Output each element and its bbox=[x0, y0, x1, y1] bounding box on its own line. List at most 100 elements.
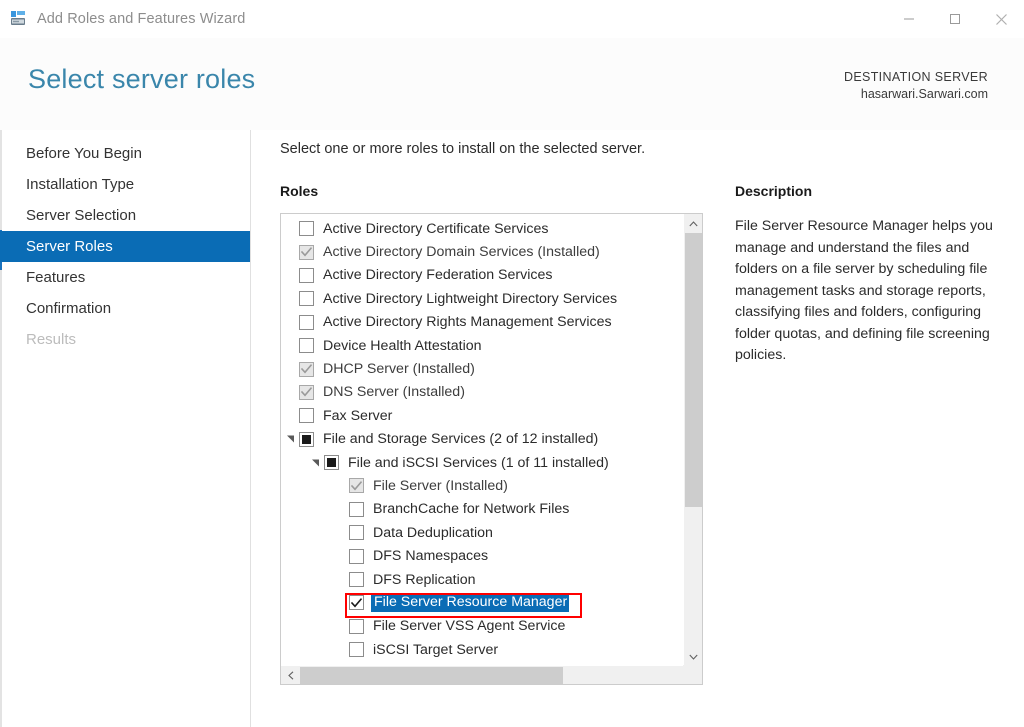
role-checkbox[interactable] bbox=[324, 455, 339, 471]
description-title: Description bbox=[735, 183, 813, 199]
minimize-icon[interactable] bbox=[886, 0, 932, 38]
role-label: DNS Server (Installed) bbox=[323, 384, 465, 401]
role-label: Fax Server bbox=[323, 407, 393, 424]
role-label: Active Directory Rights Management Servi… bbox=[323, 314, 612, 331]
sidebar-item-label: Server Selection bbox=[26, 207, 137, 224]
destination-server-label: DESTINATION SERVER bbox=[843, 70, 988, 84]
role-checkbox[interactable] bbox=[349, 618, 364, 634]
role-label: DFS Replication bbox=[373, 571, 476, 588]
role-list-item[interactable]: File Server VSS Agent Service bbox=[281, 615, 683, 638]
role-label: Active Directory Lightweight Directory S… bbox=[323, 290, 618, 307]
roles-list: Active Directory Certificate Services Act… bbox=[281, 217, 683, 666]
scrollbar-corner bbox=[683, 665, 702, 684]
sidebar-item-installation-type[interactable]: Installation Type bbox=[0, 169, 250, 200]
role-label: BranchCache for Network Files bbox=[373, 501, 570, 518]
sidebar-item-server-roles[interactable]: Server Roles bbox=[0, 231, 250, 262]
page-header: Select server roles DESTINATION SERVER h… bbox=[0, 38, 1024, 130]
role-list-item[interactable]: Device Health Attestation bbox=[281, 334, 683, 357]
role-label: DHCP Server (Installed) bbox=[323, 361, 475, 378]
server-roles-icon bbox=[9, 9, 29, 29]
role-label: Data Deduplication bbox=[373, 524, 493, 541]
role-label: Active Directory Federation Services bbox=[323, 267, 553, 284]
close-icon[interactable] bbox=[978, 0, 1024, 38]
chevron-left-icon[interactable] bbox=[281, 666, 300, 684]
window-controls bbox=[886, 0, 1024, 38]
role-label: Active Directory Certificate Services bbox=[323, 220, 549, 237]
sidebar-item-label: Installation Type bbox=[26, 176, 135, 193]
role-list-item[interactable]: File and Storage Services (2 of 12 insta… bbox=[281, 428, 683, 451]
chevron-up-icon[interactable] bbox=[684, 214, 702, 233]
role-checkbox[interactable] bbox=[299, 267, 314, 283]
sidebar-item-confirmation[interactable]: Confirmation bbox=[0, 293, 250, 324]
sidebar-item-server-selection[interactable]: Server Selection bbox=[0, 200, 250, 231]
role-checkbox[interactable] bbox=[349, 548, 364, 564]
role-list-item[interactable]: Active Directory Rights Management Servi… bbox=[281, 311, 683, 334]
role-list-item[interactable]: Active Directory Domain Services (Instal… bbox=[281, 240, 683, 263]
roles-label: Roles bbox=[280, 183, 319, 199]
role-checkbox bbox=[349, 478, 364, 494]
role-list-item[interactable]: Fax Server bbox=[281, 404, 683, 427]
roles-listbox[interactable]: Active Directory Certificate Services Act… bbox=[280, 213, 703, 685]
role-label: File Server (Installed) bbox=[373, 477, 508, 494]
wizard-content: Select one or more roles to install on t… bbox=[251, 130, 1024, 727]
role-checkbox[interactable] bbox=[349, 595, 364, 611]
expand-collapse-triangle-icon[interactable] bbox=[310, 451, 322, 474]
title-bar: Add Roles and Features Wizard bbox=[0, 0, 1024, 38]
role-label: File Server Resource Manager bbox=[371, 593, 570, 613]
destination-server-block: DESTINATION SERVER hasarwari.Sarwari.com bbox=[844, 70, 988, 101]
role-list-item[interactable]: iSCSI Target Server bbox=[281, 638, 683, 661]
roles-list-viewport: Active Directory Certificate Services Act… bbox=[281, 214, 683, 666]
page-title: Select server roles bbox=[28, 64, 256, 94]
roles-vertical-scrollbar[interactable] bbox=[683, 214, 702, 666]
role-checkbox[interactable] bbox=[349, 572, 364, 588]
sidebar-item-before-you-begin[interactable]: Before You Begin bbox=[0, 138, 250, 169]
role-list-item[interactable]: Active Directory Lightweight Directory S… bbox=[281, 287, 683, 310]
role-checkbox bbox=[299, 361, 314, 377]
sidebar-item-results: Results bbox=[0, 324, 250, 355]
role-list-item[interactable]: DFS Replication bbox=[281, 568, 683, 591]
window-title: Add Roles and Features Wizard bbox=[37, 11, 246, 27]
sidebar-item-label: Before You Begin bbox=[26, 145, 142, 162]
sidebar-item-label: Server Roles bbox=[26, 238, 113, 255]
role-checkbox[interactable] bbox=[299, 314, 314, 330]
horizontal-scroll-thumb[interactable] bbox=[300, 667, 563, 684]
sidebar-item-label: Results bbox=[26, 331, 77, 348]
role-list-item[interactable]: File and iSCSI Services (1 of 11 install… bbox=[281, 451, 683, 474]
chevron-down-icon[interactable] bbox=[684, 647, 702, 666]
role-checkbox[interactable] bbox=[349, 642, 364, 658]
role-label: iSCSI Target Server bbox=[373, 641, 499, 658]
role-list-item[interactable]: Active Directory Certificate Services bbox=[281, 217, 683, 240]
role-checkbox[interactable] bbox=[299, 431, 314, 447]
role-label: DFS Namespaces bbox=[373, 548, 489, 565]
role-checkbox[interactable] bbox=[299, 291, 314, 307]
vertical-scroll-thumb[interactable] bbox=[685, 233, 702, 507]
role-list-item[interactable]: Data Deduplication bbox=[281, 521, 683, 544]
role-label: File and iSCSI Services (1 of 11 install… bbox=[348, 454, 609, 471]
role-checkbox[interactable] bbox=[299, 221, 314, 237]
role-checkbox bbox=[299, 384, 314, 400]
role-list-item[interactable]: Active Directory Federation Services bbox=[281, 264, 683, 287]
role-checkbox[interactable] bbox=[299, 408, 314, 424]
role-list-item[interactable]: DNS Server (Installed) bbox=[281, 381, 683, 404]
description-text: File Server Resource Manager helps you m… bbox=[735, 218, 993, 363]
role-list-item[interactable]: DHCP Server (Installed) bbox=[281, 357, 683, 380]
wizard-body: Before You Begin Installation Type Server … bbox=[0, 130, 1024, 727]
wizard-nav: Before You Begin Installation Type Server … bbox=[0, 138, 250, 355]
role-list-item[interactable]: DFS Namespaces bbox=[281, 544, 683, 567]
role-list-item[interactable]: File Server Resource Manager bbox=[281, 591, 683, 614]
sidebar-item-label: Confirmation bbox=[26, 300, 112, 317]
destination-server-value: hasarwari.Sarwari.com bbox=[860, 87, 988, 101]
instruction-text: Select one or more roles to install on t… bbox=[280, 141, 646, 157]
role-checkbox[interactable] bbox=[299, 338, 314, 354]
sidebar-item-label: Features bbox=[26, 269, 86, 286]
role-checkbox[interactable] bbox=[349, 501, 364, 517]
description-panel: Description File Server Resource Manager… bbox=[735, 183, 1000, 367]
role-list-item[interactable]: File Server (Installed) bbox=[281, 474, 683, 497]
sidebar-item-features[interactable]: Features bbox=[0, 262, 250, 293]
roles-horizontal-scrollbar[interactable] bbox=[281, 665, 702, 684]
role-list-item[interactable]: BranchCache for Network Files bbox=[281, 498, 683, 521]
role-label: Device Health Attestation bbox=[323, 337, 482, 354]
role-checkbox[interactable] bbox=[349, 525, 364, 541]
expand-collapse-triangle-icon[interactable] bbox=[285, 428, 297, 451]
maximize-icon[interactable] bbox=[932, 0, 978, 38]
